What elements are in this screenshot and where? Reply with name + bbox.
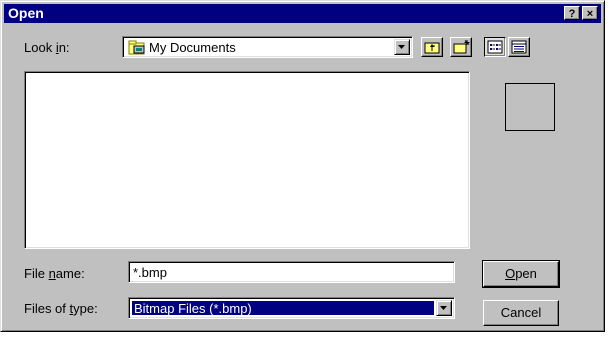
details-view-icon	[511, 40, 527, 54]
chevron-down-icon	[440, 306, 447, 310]
title-bar[interactable]: Open ? ×	[4, 4, 601, 23]
new-folder-button[interactable]	[450, 37, 472, 57]
look-in-combobox[interactable]: My Documents	[122, 36, 413, 58]
file-name-label: File name:	[24, 266, 85, 281]
look-in-dropdown-button[interactable]	[394, 39, 410, 55]
file-type-value: Bitmap Files (*.bmp)	[131, 300, 435, 316]
folder-icon	[128, 40, 145, 55]
details-view-button[interactable]	[508, 37, 530, 57]
up-one-level-button[interactable]	[421, 37, 443, 57]
chevron-down-icon	[398, 45, 405, 49]
file-type-dropdown-button[interactable]	[436, 300, 452, 316]
file-name-input[interactable]: *.bmp	[128, 261, 455, 283]
list-view-icon	[487, 40, 503, 54]
open-dialog: Open ? × Look in: My Documents File name…	[0, 0, 605, 332]
preview-box	[505, 83, 555, 131]
file-type-combobox[interactable]: Bitmap Files (*.bmp)	[128, 297, 455, 319]
open-button[interactable]: Open	[482, 260, 560, 288]
help-button[interactable]: ?	[564, 6, 580, 20]
file-name-value: *.bmp	[133, 265, 167, 280]
cancel-button[interactable]: Cancel	[483, 300, 559, 326]
close-button[interactable]: ×	[582, 6, 598, 20]
dialog-title: Open	[8, 5, 44, 21]
look-in-label: Look in:	[24, 40, 70, 55]
up-one-level-icon	[424, 42, 440, 54]
file-type-label: Files of type:	[24, 301, 98, 316]
file-list[interactable]	[24, 71, 470, 249]
look-in-value: My Documents	[149, 40, 236, 55]
new-folder-icon	[453, 40, 470, 54]
list-view-button[interactable]	[484, 37, 506, 57]
